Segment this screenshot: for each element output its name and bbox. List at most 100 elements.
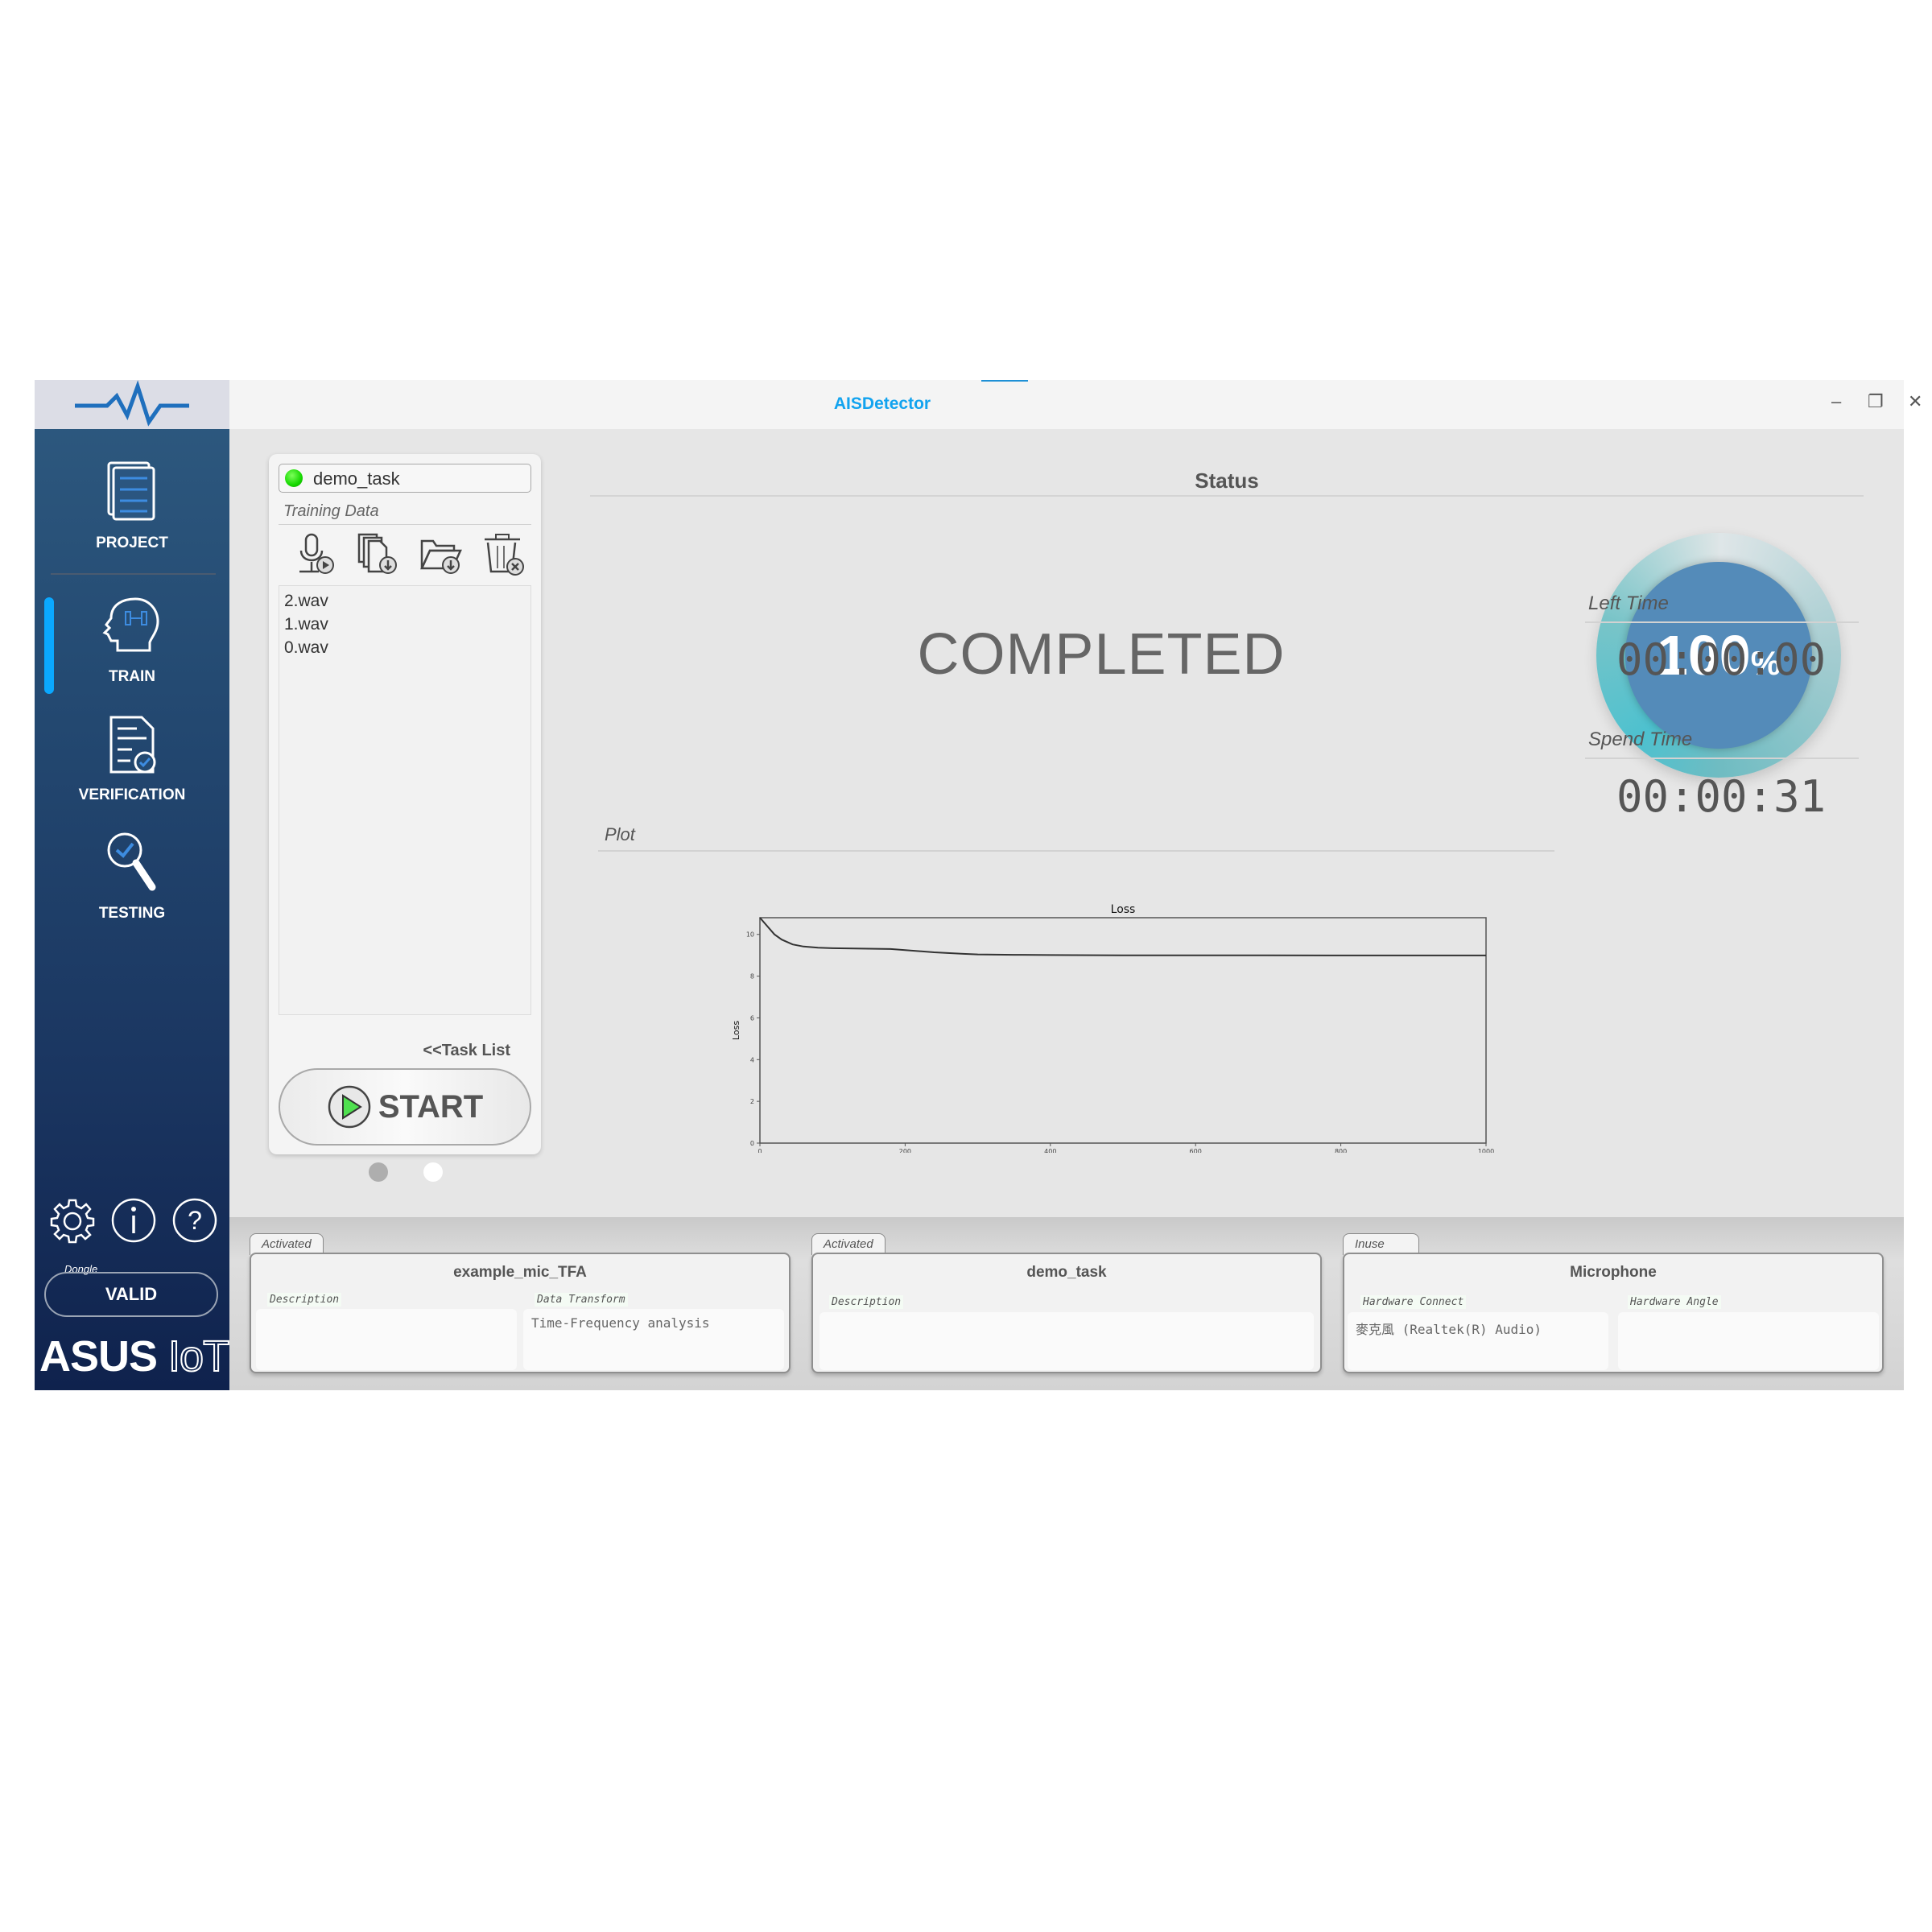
y-tick-label: 10 xyxy=(746,931,754,939)
chart-y-label: Loss xyxy=(731,1021,741,1040)
task-status-led xyxy=(285,469,303,487)
svg-text:?: ? xyxy=(188,1206,202,1235)
task-name: demo_task xyxy=(313,469,400,489)
y-tick-label: 8 xyxy=(750,973,754,980)
brand-name: ASUS xyxy=(39,1332,158,1381)
start-label: START xyxy=(378,1088,484,1125)
task-name-display: demo_task xyxy=(1026,1264,1107,1281)
documents-icon xyxy=(107,461,155,521)
x-tick-label: 600 xyxy=(1190,1148,1202,1153)
app-logo xyxy=(35,380,229,429)
chart-plot-area xyxy=(759,917,1487,1144)
brand-suffix: IoT xyxy=(167,1331,230,1381)
sidebar-utility-icons: ? xyxy=(49,1197,218,1244)
gear-icon[interactable] xyxy=(49,1197,96,1244)
sidebar-item-train[interactable]: TRAIN xyxy=(35,596,229,686)
task-card: demo_task Training Data 2.wav 1.wav 0.wa… xyxy=(269,454,541,1154)
magnifier-check-icon xyxy=(107,832,156,891)
sidebar-item-verification[interactable]: VERIFICATION xyxy=(35,714,229,804)
loss-chart: Loss Step Loss 020040060080010000246810 xyxy=(731,903,1494,1153)
y-tick-label: 0 xyxy=(750,1140,754,1147)
training-status-text: COMPLETED xyxy=(917,622,1286,687)
import-folder-icon[interactable] xyxy=(419,531,464,576)
hardware-angle-label: Hardware Angle xyxy=(1628,1295,1721,1309)
hardware-angle-field xyxy=(1618,1312,1879,1370)
restore-button[interactable]: ❐ xyxy=(1868,391,1884,412)
info-panel: Activated Project example_mic_TFA Descri… xyxy=(229,1217,1904,1390)
project-description-label: Description xyxy=(267,1293,342,1307)
sidebar-item-label: VERIFICATION xyxy=(78,786,186,803)
window-title: AISDetector xyxy=(833,394,931,413)
activated-project-tab: Activated Project xyxy=(250,1233,324,1272)
inuse-hardware-tab: Inuse Hardware xyxy=(1343,1233,1420,1272)
hardware-connect-field: 麥克風 (Realtek(R) Audio) xyxy=(1348,1312,1608,1370)
page-indicator xyxy=(369,1162,443,1182)
app-window: PROJECT TRAIN VERIFICATION TESTING ? Don… xyxy=(35,380,1922,1390)
y-tick-label: 2 xyxy=(750,1098,754,1105)
head-dumbbell-icon xyxy=(102,597,159,652)
task-list-link[interactable]: <<Task List xyxy=(423,1042,510,1060)
file-item[interactable]: 2.wav xyxy=(284,589,526,613)
spend-time-label: Spend Time xyxy=(1588,729,1693,750)
status-header: Status xyxy=(1195,469,1259,493)
training-file-list[interactable]: 2.wav 1.wav 0.wav xyxy=(279,585,531,1015)
asus-iot-logo: ASUS IoT xyxy=(39,1331,230,1381)
info-icon[interactable] xyxy=(110,1197,157,1244)
start-button[interactable]: START xyxy=(279,1068,531,1146)
status-divider xyxy=(590,495,1864,497)
x-tick-label: 800 xyxy=(1335,1148,1347,1153)
hardware-name: Microphone xyxy=(1570,1264,1657,1281)
sidebar-divider xyxy=(51,573,216,575)
left-time-value: 00:00:00 xyxy=(1616,634,1827,685)
file-item[interactable]: 0.wav xyxy=(284,636,526,659)
spend-time-divider xyxy=(1585,758,1859,759)
data-transform-field: Time-Frequency analysis xyxy=(523,1309,784,1370)
import-files-icon[interactable] xyxy=(356,531,401,576)
sidebar-item-label: TESTING xyxy=(98,905,166,922)
minimize-button[interactable]: – xyxy=(1831,391,1841,412)
task-description-field xyxy=(819,1312,1314,1370)
activated-project-box: example_mic_TFA Description Data Transfo… xyxy=(250,1253,791,1373)
inuse-hardware-box: Microphone Hardware Connect 麥克風 (Realtek… xyxy=(1343,1253,1884,1373)
x-tick-label: 1000 xyxy=(1478,1148,1494,1153)
sidebar-item-testing[interactable]: TESTING xyxy=(35,831,229,923)
training-data-divider xyxy=(279,524,531,525)
sidebar-item-project[interactable]: PROJECT xyxy=(35,460,229,552)
project-description-field xyxy=(256,1309,517,1370)
record-audio-icon[interactable] xyxy=(293,531,338,576)
data-transform-label: Data Transform xyxy=(535,1293,628,1307)
plot-divider xyxy=(598,850,1554,852)
task-description-label: Description xyxy=(829,1295,904,1309)
project-name: example_mic_TFA xyxy=(453,1264,587,1281)
chart-title: Loss xyxy=(1111,903,1136,916)
left-time-label: Left Time xyxy=(1588,592,1669,614)
task-selector[interactable]: demo_task xyxy=(279,464,531,493)
heartbeat-pulse-icon xyxy=(75,380,189,427)
play-icon xyxy=(328,1085,371,1129)
title-accent-line xyxy=(981,380,1028,382)
page-dot-2[interactable] xyxy=(423,1162,443,1182)
close-button[interactable]: ✕ xyxy=(1908,391,1922,412)
file-item[interactable]: 1.wav xyxy=(284,613,526,636)
activated-task-box: demo_task Description xyxy=(811,1253,1322,1373)
plot-label: Plot xyxy=(605,824,635,844)
sidebar-item-label: PROJECT xyxy=(96,535,168,551)
left-time-divider xyxy=(1585,621,1859,623)
x-tick-label: 200 xyxy=(899,1148,911,1153)
loss-series-line xyxy=(759,917,1486,956)
delete-all-icon[interactable] xyxy=(481,531,526,576)
page-dot-1[interactable] xyxy=(369,1162,388,1182)
help-icon[interactable]: ? xyxy=(171,1197,218,1244)
sidebar-item-label: TRAIN xyxy=(108,668,156,685)
document-check-icon xyxy=(109,716,156,774)
training-data-toolbar xyxy=(293,531,526,576)
y-tick-label: 4 xyxy=(750,1056,754,1063)
dongle-status-badge: VALID xyxy=(44,1272,218,1317)
title-bar: AISDetector – ❐ ✕ xyxy=(229,380,1922,429)
x-tick-label: 400 xyxy=(1044,1148,1056,1153)
training-data-label: Training Data xyxy=(283,502,379,520)
x-tick-label: 0 xyxy=(758,1148,762,1153)
spend-time-value: 00:00:31 xyxy=(1616,771,1827,822)
sidebar: PROJECT TRAIN VERIFICATION TESTING ? Don… xyxy=(35,380,230,1390)
activated-task-tab: Activated Task xyxy=(811,1233,886,1272)
